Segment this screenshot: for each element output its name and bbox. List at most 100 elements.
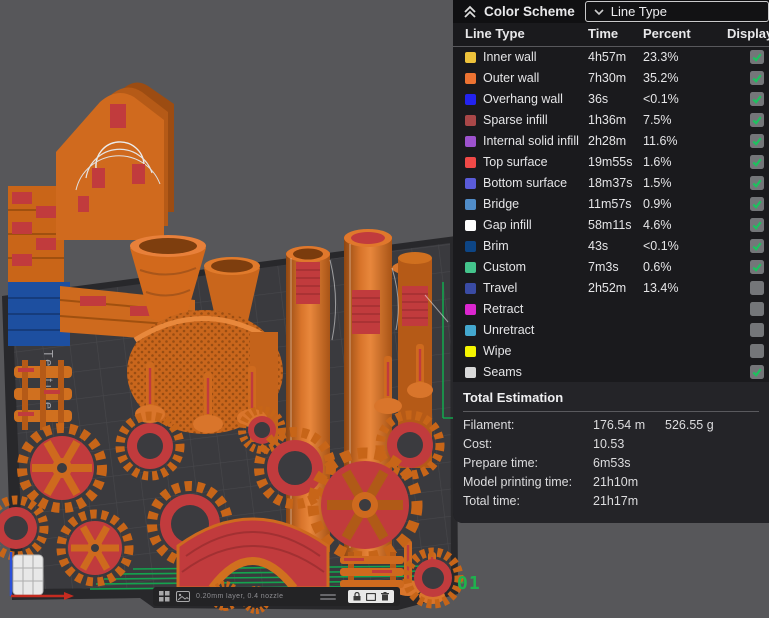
check-icon bbox=[751, 135, 763, 147]
check-icon bbox=[751, 156, 763, 168]
display-checkbox[interactable] bbox=[750, 134, 764, 148]
display-checkbox[interactable] bbox=[750, 302, 764, 316]
plate-image-icon[interactable] bbox=[176, 591, 190, 602]
display-checkbox[interactable] bbox=[750, 344, 764, 358]
line-type-label: Bottom surface bbox=[483, 176, 567, 190]
line-type-label: Outer wall bbox=[483, 71, 539, 85]
line-type-row: Sparse infill 1h36m 7.5% bbox=[453, 110, 769, 131]
line-type-color-swatch bbox=[465, 157, 476, 168]
line-type-label: Overhang wall bbox=[483, 92, 563, 106]
estimation-row: Total time: 21h17m bbox=[463, 492, 759, 511]
display-checkbox[interactable] bbox=[750, 92, 764, 106]
line-type-row: Bridge 11m57s 0.9% bbox=[453, 194, 769, 215]
plate-stats-text bbox=[320, 594, 336, 600]
col-line-type: Line Type bbox=[465, 26, 525, 41]
check-icon bbox=[751, 177, 763, 189]
line-type-label: Brim bbox=[483, 239, 509, 253]
line-type-color-swatch bbox=[465, 52, 476, 63]
display-checkbox[interactable] bbox=[750, 71, 764, 85]
view-type-value: Line Type bbox=[611, 4, 667, 19]
estimation-label: Total time: bbox=[463, 494, 520, 508]
line-type-row: Unretract bbox=[453, 320, 769, 341]
display-checkbox[interactable] bbox=[750, 50, 764, 64]
check-icon bbox=[751, 51, 763, 63]
line-type-row: Wipe bbox=[453, 341, 769, 362]
total-estimation-rows: Filament: 176.54 m 526.55 g Cost: 10.53 … bbox=[463, 412, 759, 511]
display-checkbox[interactable] bbox=[750, 113, 764, 127]
line-type-row: Internal solid infill 2h28m 11.6% bbox=[453, 131, 769, 152]
display-checkbox[interactable] bbox=[750, 323, 764, 337]
display-checkbox[interactable] bbox=[750, 176, 764, 190]
line-type-row: Outer wall 7h30m 35.2% bbox=[453, 68, 769, 89]
line-type-color-swatch bbox=[465, 115, 476, 126]
total-estimation-section: Total Estimation Filament: 176.54 m 526.… bbox=[453, 382, 769, 523]
line-type-percent: 4.6% bbox=[643, 218, 672, 232]
check-icon bbox=[751, 261, 763, 273]
line-type-label: Seams bbox=[483, 365, 522, 379]
estimation-value: 10.53 bbox=[593, 437, 624, 451]
line-type-label: Retract bbox=[483, 302, 523, 316]
table-header: Line Type Time Percent Display bbox=[453, 23, 769, 47]
check-icon bbox=[751, 240, 763, 252]
estimation-value: 21h10m bbox=[593, 475, 638, 489]
display-checkbox[interactable] bbox=[750, 239, 764, 253]
panel-header: Color Scheme Line Type bbox=[453, 0, 769, 23]
line-type-label: Sparse infill bbox=[483, 113, 548, 127]
line-type-time: 18m37s bbox=[588, 176, 632, 190]
line-type-row: Brim 43s <0.1% bbox=[453, 236, 769, 257]
line-type-time: 4h57m bbox=[588, 50, 626, 64]
line-type-color-swatch bbox=[465, 73, 476, 84]
line-type-time: 1h36m bbox=[588, 113, 626, 127]
collapse-panel-icon[interactable] bbox=[463, 4, 477, 20]
display-checkbox[interactable] bbox=[750, 197, 764, 211]
delete-plate-icon[interactable] bbox=[381, 592, 389, 601]
line-type-percent: 23.3% bbox=[643, 50, 678, 64]
estimation-label: Cost: bbox=[463, 437, 492, 451]
col-percent: Percent bbox=[643, 26, 691, 41]
line-type-time: 2h52m bbox=[588, 281, 626, 295]
display-checkbox[interactable] bbox=[750, 281, 764, 295]
line-type-time: 19m55s bbox=[588, 155, 632, 169]
plate-settings-icon[interactable] bbox=[159, 591, 170, 602]
app-window: Textured bbox=[0, 0, 769, 618]
line-type-time: 58m11s bbox=[588, 218, 632, 232]
line-type-color-swatch bbox=[465, 178, 476, 189]
line-type-color-swatch bbox=[465, 283, 476, 294]
display-checkbox[interactable] bbox=[750, 218, 764, 232]
line-type-label: Custom bbox=[483, 260, 526, 274]
layer-indicator: 01 bbox=[457, 573, 481, 594]
display-checkbox[interactable] bbox=[750, 365, 764, 379]
line-type-percent: 1.5% bbox=[643, 176, 672, 190]
estimation-row: Filament: 176.54 m 526.55 g bbox=[463, 416, 759, 435]
line-type-percent: 11.6% bbox=[643, 134, 678, 148]
display-checkbox[interactable] bbox=[750, 260, 764, 274]
bench-object bbox=[340, 552, 404, 592]
estimation-row: Cost: 10.53 bbox=[463, 435, 759, 454]
plate-view-icon[interactable] bbox=[366, 593, 376, 601]
check-icon bbox=[751, 198, 763, 210]
line-type-label: Unretract bbox=[483, 323, 534, 337]
check-icon bbox=[751, 366, 763, 378]
line-type-time: 7h30m bbox=[588, 71, 626, 85]
plate-toolbar: 0.20mm layer, 0.4 nozzle bbox=[153, 587, 400, 606]
estimation-row: Prepare time: 6m53s bbox=[463, 454, 759, 473]
check-icon bbox=[751, 93, 763, 105]
slab-stack-object bbox=[8, 186, 64, 282]
line-type-row: Retract bbox=[453, 299, 769, 320]
check-icon bbox=[751, 114, 763, 126]
line-type-label: Top surface bbox=[483, 155, 548, 169]
line-type-label: Inner wall bbox=[483, 50, 537, 64]
view-type-dropdown[interactable]: Line Type bbox=[585, 1, 769, 22]
col-display: Display bbox=[727, 26, 769, 41]
check-icon bbox=[751, 219, 763, 231]
line-type-color-swatch bbox=[465, 136, 476, 147]
estimation-label: Model printing time: bbox=[463, 475, 572, 489]
line-type-color-swatch bbox=[465, 241, 476, 252]
display-checkbox[interactable] bbox=[750, 155, 764, 169]
line-type-color-swatch bbox=[465, 94, 476, 105]
line-type-percent: 1.6% bbox=[643, 155, 672, 169]
estimation-label: Filament: bbox=[463, 418, 514, 432]
lock-icon[interactable] bbox=[353, 592, 361, 601]
line-type-label: Wipe bbox=[483, 344, 511, 358]
color-scheme-panel: Color Scheme Line Type Line Type Time Pe… bbox=[453, 0, 769, 523]
